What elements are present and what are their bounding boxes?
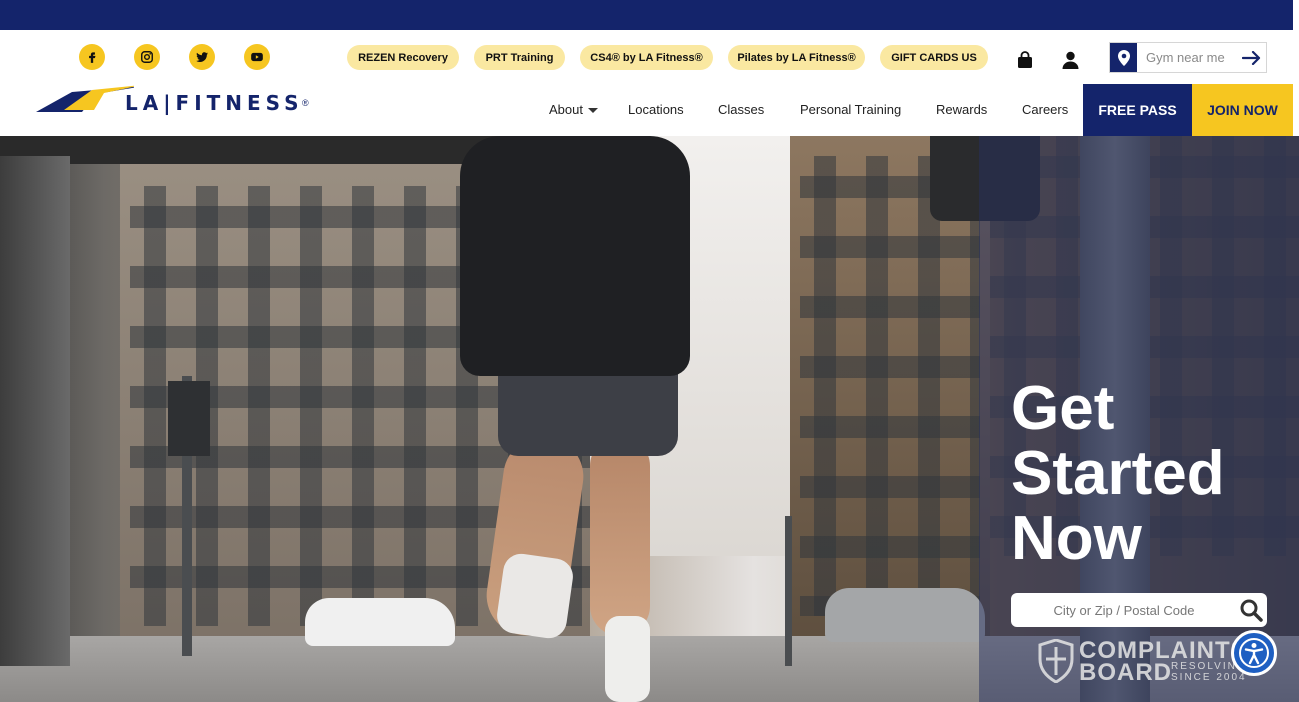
- promo-pilates[interactable]: Pilates by LA Fitness®: [728, 45, 865, 70]
- complaints-board-line2: BOARD: [1079, 659, 1172, 686]
- hero-runner-sock-left: [494, 551, 576, 641]
- gym-search: [1109, 42, 1267, 73]
- nav-careers[interactable]: Careers: [1022, 102, 1068, 117]
- instagram-icon[interactable]: [134, 44, 160, 70]
- promo-gift-cards[interactable]: GIFT CARDS US: [880, 45, 988, 70]
- hero-car-silver: [825, 588, 985, 642]
- hero-dark-pillar: [0, 156, 70, 666]
- logo-swoosh-icon: [36, 85, 134, 112]
- nav-rewards[interactable]: Rewards: [936, 102, 987, 117]
- hero-title: Get Started Now: [1011, 376, 1271, 571]
- user-icon[interactable]: [1059, 48, 1081, 72]
- hero-runner-leg-right: [590, 436, 650, 636]
- shopping-bag-icon[interactable]: [1014, 48, 1036, 72]
- map-pin-icon: [1110, 43, 1137, 72]
- promo-cs4[interactable]: CS4® by LA Fitness®: [580, 45, 713, 70]
- hero-title-line1: Get: [1011, 374, 1115, 443]
- accessibility-icon[interactable]: [1231, 630, 1277, 676]
- hero-car-white: [305, 598, 455, 646]
- zip-search-input[interactable]: [1011, 593, 1237, 627]
- arrow-right-icon[interactable]: [1240, 47, 1264, 69]
- hero-title-line3: Now: [1011, 504, 1142, 573]
- youtube-icon[interactable]: [244, 44, 270, 70]
- nav-locations[interactable]: Locations: [628, 102, 684, 117]
- complaints-board-badge[interactable]: COMPLAINTS BOARD RESOLVING SINCE 2004: [1038, 637, 1250, 686]
- gym-search-input[interactable]: [1138, 43, 1238, 72]
- chevron-down-icon: [587, 108, 598, 114]
- top-announcement-bar: [0, 0, 1293, 30]
- logo-registered-mark: ®: [302, 98, 309, 108]
- nav-about[interactable]: About: [549, 102, 598, 117]
- free-pass-button[interactable]: FREE PASS: [1083, 84, 1192, 136]
- join-now-button[interactable]: JOIN NOW: [1192, 84, 1293, 136]
- la-fitness-logo[interactable]: LA|FITNESS ®: [34, 84, 314, 118]
- facebook-icon[interactable]: [79, 44, 105, 70]
- twitter-icon[interactable]: [189, 44, 215, 70]
- logo-wordmark: LA|FITNESS: [125, 91, 304, 115]
- nav-about-label: About: [549, 102, 583, 117]
- complaints-board-line4: SINCE 2004: [1171, 672, 1247, 683]
- promo-rezen-recovery[interactable]: REZEN Recovery: [347, 45, 459, 70]
- promo-prt-training[interactable]: PRT Training: [474, 45, 565, 70]
- hero-runner-sock-right: [605, 616, 650, 702]
- zip-search: [1011, 593, 1267, 627]
- hero-pole-mid: [785, 516, 792, 666]
- hero-runner-torso: [460, 136, 690, 376]
- hero-dark-frame: [0, 136, 500, 164]
- nav-personal-training[interactable]: Personal Training: [800, 102, 901, 117]
- magnifier-icon[interactable]: [1239, 598, 1263, 622]
- shield-icon: [1038, 639, 1074, 683]
- nav-classes[interactable]: Classes: [718, 102, 764, 117]
- page-scrollbar[interactable]: [1293, 0, 1299, 30]
- hero-title-line2: Started: [1011, 439, 1225, 508]
- hero-windows-right: [800, 156, 980, 616]
- hero-traffic-light: [168, 381, 210, 456]
